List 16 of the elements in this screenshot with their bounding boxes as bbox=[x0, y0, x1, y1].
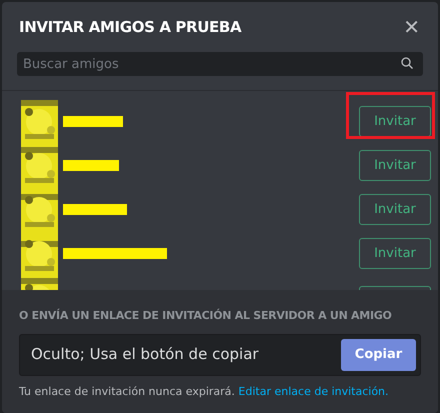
invite-link-field[interactable]: Oculto; Usa el botón de copiar Copiar bbox=[19, 334, 421, 376]
copy-button[interactable]: Copiar bbox=[341, 338, 416, 370]
redaction-bar bbox=[63, 204, 127, 215]
invite-button[interactable]: Invitar bbox=[359, 106, 431, 137]
redaction-bar bbox=[63, 160, 119, 171]
search-field[interactable]: Buscar amigos bbox=[17, 52, 423, 76]
expiry-note: Tu enlace de invitación nunca expirará. Editar enlace de invitación. bbox=[19, 384, 390, 400]
redaction-bar bbox=[63, 116, 123, 127]
invite-button[interactable]: Invitar bbox=[359, 194, 431, 225]
invite-button[interactable]: Invitar bbox=[359, 238, 431, 269]
close-button[interactable]: ✕ bbox=[403, 17, 420, 38]
invite-button[interactable]: Invitar bbox=[359, 150, 431, 181]
edit-link[interactable]: Editar enlace de invitación. bbox=[238, 384, 389, 398]
dialog-title: INVITAR AMIGOS A PRUEBA bbox=[19, 17, 242, 38]
search-icon bbox=[401, 56, 413, 68]
section-heading: O ENVÍA UN ENLACE DE INVITACIÓN AL SERVIDOR A UN AMIGO bbox=[19, 308, 393, 324]
